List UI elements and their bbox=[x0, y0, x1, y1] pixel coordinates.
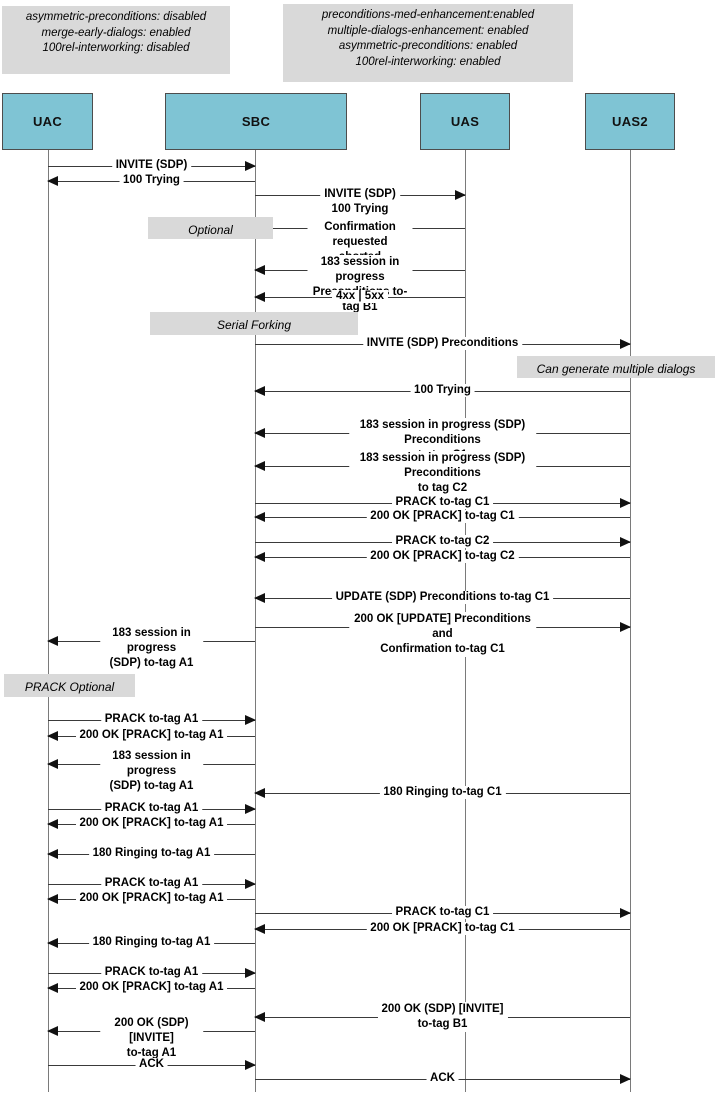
arrowhead-icon bbox=[47, 938, 58, 948]
message-label: 100 Trying bbox=[119, 174, 184, 187]
message-label: 200 OK [PRACK] to-tag C1 bbox=[366, 510, 519, 523]
lifeline-uac bbox=[48, 150, 49, 1092]
message-label: 200 OK [PRACK] to-tag C2 bbox=[366, 550, 519, 563]
arrowhead-icon bbox=[47, 1026, 58, 1036]
message-label: 183 session in progress (SDP) to-tag A1 bbox=[99, 749, 204, 794]
arrowhead-icon bbox=[455, 190, 466, 200]
message-label: 180 Ringing to-tag C1 bbox=[379, 786, 506, 799]
arrowhead-icon bbox=[254, 552, 265, 562]
lifeline-uas2 bbox=[630, 150, 631, 1092]
message-label: 200 OK [PRACK] to-tag A1 bbox=[75, 981, 228, 994]
message-label: PRACK to-tag A1 bbox=[100, 802, 203, 815]
arrowhead-icon bbox=[47, 176, 58, 186]
message-label: INVITE (SDP) Preconditions bbox=[362, 337, 523, 350]
arrowhead-icon bbox=[254, 924, 265, 934]
message-label: 180 Ringing to-tag A1 bbox=[88, 847, 215, 860]
message-label: 180 Ringing to-tag A1 bbox=[88, 936, 215, 949]
config-note-uac-config: asymmetric-preconditions: disabled merge… bbox=[2, 6, 230, 74]
arrowhead-icon bbox=[254, 788, 265, 798]
message-label: 200 OK (SDP) [INVITE] to-tag A1 bbox=[99, 1016, 204, 1061]
message-label: PRACK to-tag C1 bbox=[391, 906, 494, 919]
message-label: INVITE (SDP) bbox=[111, 159, 192, 172]
actor-box-uas2[interactable]: UAS2 bbox=[585, 93, 675, 150]
message-label: 200 OK [PRACK] to-tag C1 bbox=[366, 922, 519, 935]
arrowhead-icon bbox=[620, 622, 631, 632]
message-label: PRACK to-tag C2 bbox=[391, 535, 494, 548]
arrowhead-icon bbox=[254, 512, 265, 522]
arrowhead-icon bbox=[245, 968, 256, 978]
arrowhead-icon bbox=[620, 537, 631, 547]
message-label: 200 OK [UPDATE] Preconditions and Confir… bbox=[348, 612, 537, 657]
arrowhead-icon bbox=[47, 849, 58, 859]
actor-box-sbc[interactable]: SBC bbox=[165, 93, 347, 150]
arrowhead-icon bbox=[47, 759, 58, 769]
message-label: INVITE (SDP) 100 Trying bbox=[320, 187, 400, 217]
arrowhead-icon bbox=[245, 879, 256, 889]
arrowhead-icon bbox=[47, 636, 58, 646]
arrowhead-icon bbox=[254, 428, 265, 438]
arrowhead-icon bbox=[245, 161, 256, 171]
arrowhead-icon bbox=[620, 498, 631, 508]
message-label: 183 session in progress (SDP) to-tag A1 bbox=[99, 626, 204, 671]
note-optional-note: Optional bbox=[148, 217, 273, 239]
message-label: ACK bbox=[135, 1058, 168, 1071]
arrowhead-icon bbox=[254, 292, 265, 302]
message-label: ACK bbox=[426, 1072, 459, 1085]
arrowhead-icon bbox=[254, 386, 265, 396]
message-label: PRACK to-tag C1 bbox=[391, 496, 494, 509]
message-label: PRACK to-tag A1 bbox=[100, 966, 203, 979]
note-serial-forking: Serial Forking bbox=[150, 312, 358, 335]
arrowhead-icon bbox=[47, 731, 58, 741]
message-label: 183 session in progress Preconditions to… bbox=[307, 255, 413, 315]
arrowhead-icon bbox=[620, 339, 631, 349]
message-label: PRACK to-tag A1 bbox=[100, 713, 203, 726]
note-prack-optional: PRACK Optional bbox=[4, 674, 135, 697]
arrowhead-icon bbox=[254, 265, 265, 275]
arrowhead-icon bbox=[47, 894, 58, 904]
arrowhead-icon bbox=[254, 1012, 265, 1022]
message-label: 100 Trying bbox=[410, 384, 475, 397]
message-label: 200 OK [PRACK] to-tag A1 bbox=[75, 817, 228, 830]
arrowhead-icon bbox=[47, 819, 58, 829]
message-label: 200 OK (SDP) [INVITE] to-tag B1 bbox=[377, 1002, 508, 1032]
arrowhead-icon bbox=[47, 983, 58, 993]
message-label: PRACK to-tag A1 bbox=[100, 877, 203, 890]
arrowhead-icon bbox=[254, 593, 265, 603]
message-label: 4xx | 5xx bbox=[332, 290, 388, 303]
sip-call-flow-diagram: asymmetric-preconditions: disabled merge… bbox=[0, 0, 720, 1094]
arrowhead-icon bbox=[620, 908, 631, 918]
note-multiple-dialogs: Can generate multiple dialogs bbox=[517, 356, 715, 378]
actor-box-uac[interactable]: UAC bbox=[2, 93, 93, 150]
arrowhead-icon bbox=[245, 1060, 256, 1070]
actor-box-uas[interactable]: UAS bbox=[420, 93, 510, 150]
message-label: 200 OK [PRACK] to-tag A1 bbox=[75, 729, 228, 742]
message-label: 183 session in progress (SDP) Preconditi… bbox=[348, 451, 537, 496]
arrowhead-icon bbox=[620, 1074, 631, 1084]
arrowhead-icon bbox=[245, 715, 256, 725]
arrowhead-icon bbox=[245, 804, 256, 814]
config-note-uas-config: preconditions-med-enhancement:enabled mu… bbox=[283, 4, 573, 82]
message-label: 200 OK [PRACK] to-tag A1 bbox=[75, 892, 228, 905]
message-label: UPDATE (SDP) Preconditions to-tag C1 bbox=[331, 591, 554, 604]
arrowhead-icon bbox=[254, 461, 265, 471]
